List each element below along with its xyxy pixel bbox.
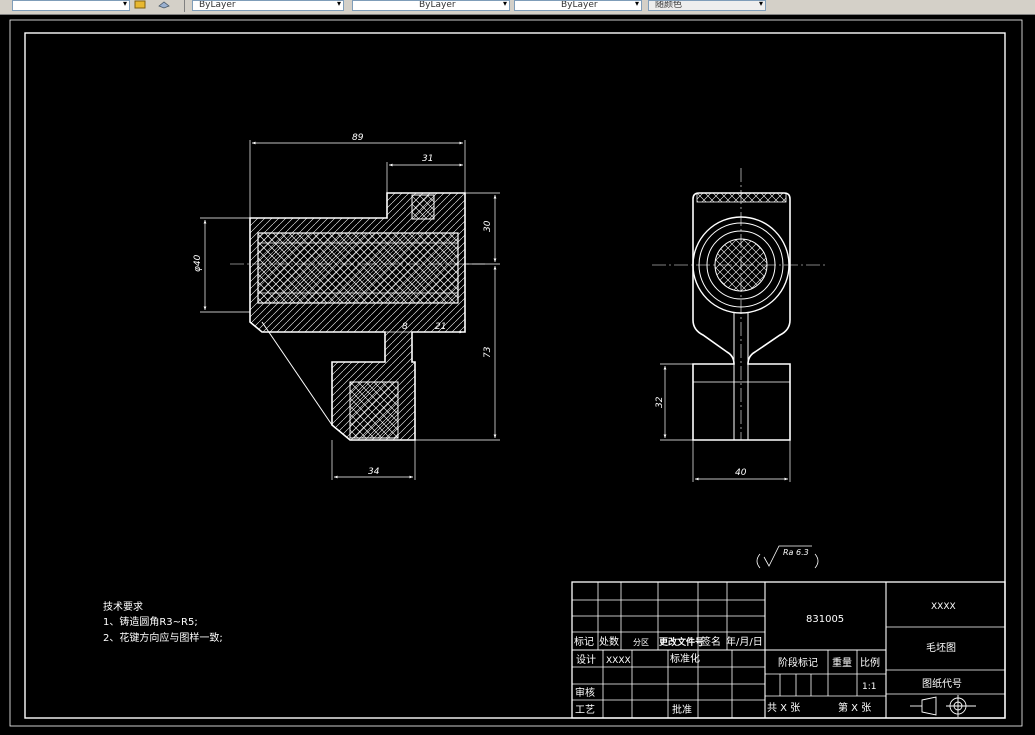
dim-8: 8: [402, 322, 408, 332]
dim-34: 34: [368, 467, 380, 477]
header-docno: 更改文件号: [659, 636, 704, 648]
toolbar-separator: [184, 0, 185, 12]
header-mark: 标记: [574, 636, 594, 648]
header-zone: 分区: [633, 638, 649, 647]
chevron-down-icon[interactable]: ▾: [123, 1, 127, 9]
lower-pocket: [349, 381, 399, 439]
stage-mark-label: 阶段标记: [778, 656, 818, 669]
drawing-canvas[interactable]: 89 31 30 φ40 8 21 73 34 32 40 Ra 6.3 技术要…: [0, 14, 1035, 735]
drawing-code-label: 图纸代号: [922, 677, 962, 690]
weight-label: 重量: [832, 656, 852, 669]
ratio-label: 比例: [860, 656, 880, 669]
layer-state-icon[interactable]: [134, 0, 146, 9]
chevron-down-icon[interactable]: ▾: [635, 1, 639, 9]
header-count: 处数: [599, 635, 619, 648]
dim-89: 89: [352, 133, 364, 143]
side-view[interactable]: [652, 168, 825, 441]
sheet-inner-border: [24, 32, 1006, 719]
plotstyle-combo-value: 随颜色: [655, 0, 683, 10]
side-top-hatch: [696, 192, 787, 203]
tech-req-title: 技术要求: [103, 600, 143, 613]
dim-phi40: φ40: [193, 254, 203, 272]
chevron-down-icon[interactable]: ▾: [337, 1, 341, 9]
projection-symbol-icon: [910, 695, 976, 717]
plotstyle-combo[interactable]: 随颜色 ▾: [648, 0, 766, 11]
drawing-name: 毛坯图: [926, 642, 956, 654]
ratio-value: 1:1: [862, 682, 876, 692]
standardize-label: 标准化: [670, 652, 700, 665]
chevron-down-icon[interactable]: ▾: [503, 1, 507, 9]
tech-req-item-1: 1、铸造圆角R3~R5;: [103, 615, 198, 628]
design-label: 设计: [576, 653, 596, 666]
taper-line: [261, 321, 333, 426]
drawing-number: 831005: [806, 614, 844, 625]
designer-name: XXXX: [606, 656, 631, 666]
properties-toolbar: ▾ ByLayer ▾ ByLayer ▾ ByLayer ▾ 随颜色 ▾: [0, 0, 1035, 15]
layer-previous-icon[interactable]: [158, 0, 170, 9]
top-pocket: [411, 194, 435, 220]
chevron-down-icon[interactable]: ▾: [759, 1, 763, 9]
approve-label: 批准: [672, 703, 692, 716]
linetype-combo-value: ByLayer: [419, 0, 456, 10]
dim-31: 31: [422, 154, 433, 164]
process-label: 工艺: [575, 704, 595, 716]
color-combo[interactable]: ByLayer ▾: [192, 0, 344, 11]
total-sheets: 共 X 张: [767, 702, 800, 714]
header-sign: 签名: [701, 635, 721, 648]
linetype-combo[interactable]: ByLayer ▾: [352, 0, 510, 11]
roughness-label: Ra 6.3: [783, 548, 809, 557]
header-date: 年/月/日: [726, 635, 763, 648]
dim-73: 73: [483, 346, 493, 358]
company-name: XXXX: [931, 602, 956, 612]
dim-21: 21: [435, 322, 446, 332]
dim-32: 32: [655, 396, 665, 408]
dim-40: 40: [735, 468, 747, 478]
front-section-view[interactable]: [230, 192, 485, 441]
sheet-number: 第 X 张: [838, 701, 871, 714]
dim-30: 30: [483, 220, 493, 232]
review-label: 审核: [575, 686, 595, 699]
color-combo-value: ByLayer: [199, 0, 236, 10]
tech-req-item-2: 2、花键方向应与图样一致;: [103, 631, 223, 644]
lineweight-combo[interactable]: ByLayer ▾: [514, 0, 642, 11]
layer-combo[interactable]: ▾: [12, 0, 130, 11]
spline-core: [257, 232, 459, 304]
lineweight-combo-value: ByLayer: [561, 0, 598, 10]
